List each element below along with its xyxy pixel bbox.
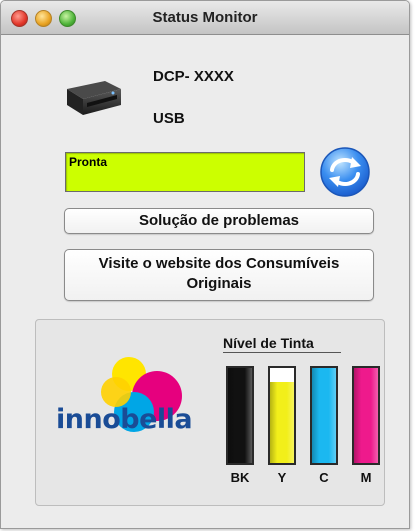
refresh-icon[interactable] xyxy=(319,146,371,198)
ink-fill-m xyxy=(354,368,378,463)
ink-tank-bk xyxy=(226,366,254,465)
ink-label-bk: BK xyxy=(230,470,250,485)
consumables-website-button[interactable]: Visite o website dos Consumíveis Origina… xyxy=(64,249,374,301)
printer-icon xyxy=(67,81,121,115)
ink-fill-bk xyxy=(228,368,252,463)
ink-level-panel: innobella Nível de Tinta BK Y C M xyxy=(35,319,385,506)
ink-level-title: Nível de Tinta xyxy=(223,335,341,353)
ink-label-y: Y xyxy=(277,470,287,485)
ink-tank-y xyxy=(268,366,296,465)
status-display: Pronta xyxy=(65,152,305,192)
consumables-website-label-line2: Originais xyxy=(186,275,252,292)
connection-type: USB xyxy=(153,110,185,127)
ink-fill-c xyxy=(312,368,336,463)
status-monitor-window: Status Monitor DCP- XXXX USB Pronta Solu… xyxy=(0,0,410,529)
innobella-bubbles-icon xyxy=(101,357,182,432)
device-model: DCP- XXXX xyxy=(153,68,234,85)
troubleshooting-button[interactable]: Solução de problemas xyxy=(64,208,374,234)
innobella-logo: innobella xyxy=(52,332,217,472)
ink-label-c: C xyxy=(319,470,329,485)
window-title: Status Monitor xyxy=(152,9,258,26)
consumables-website-label-line1: Visite o website dos Consumíveis xyxy=(98,255,340,272)
ink-tank-m xyxy=(352,366,380,465)
title-bar[interactable]: Status Monitor xyxy=(1,1,409,35)
ink-tank-c xyxy=(310,366,338,465)
innobella-logo-text: innobella xyxy=(56,404,193,435)
ink-label-m: M xyxy=(360,470,372,485)
ink-fill-y xyxy=(270,382,294,463)
